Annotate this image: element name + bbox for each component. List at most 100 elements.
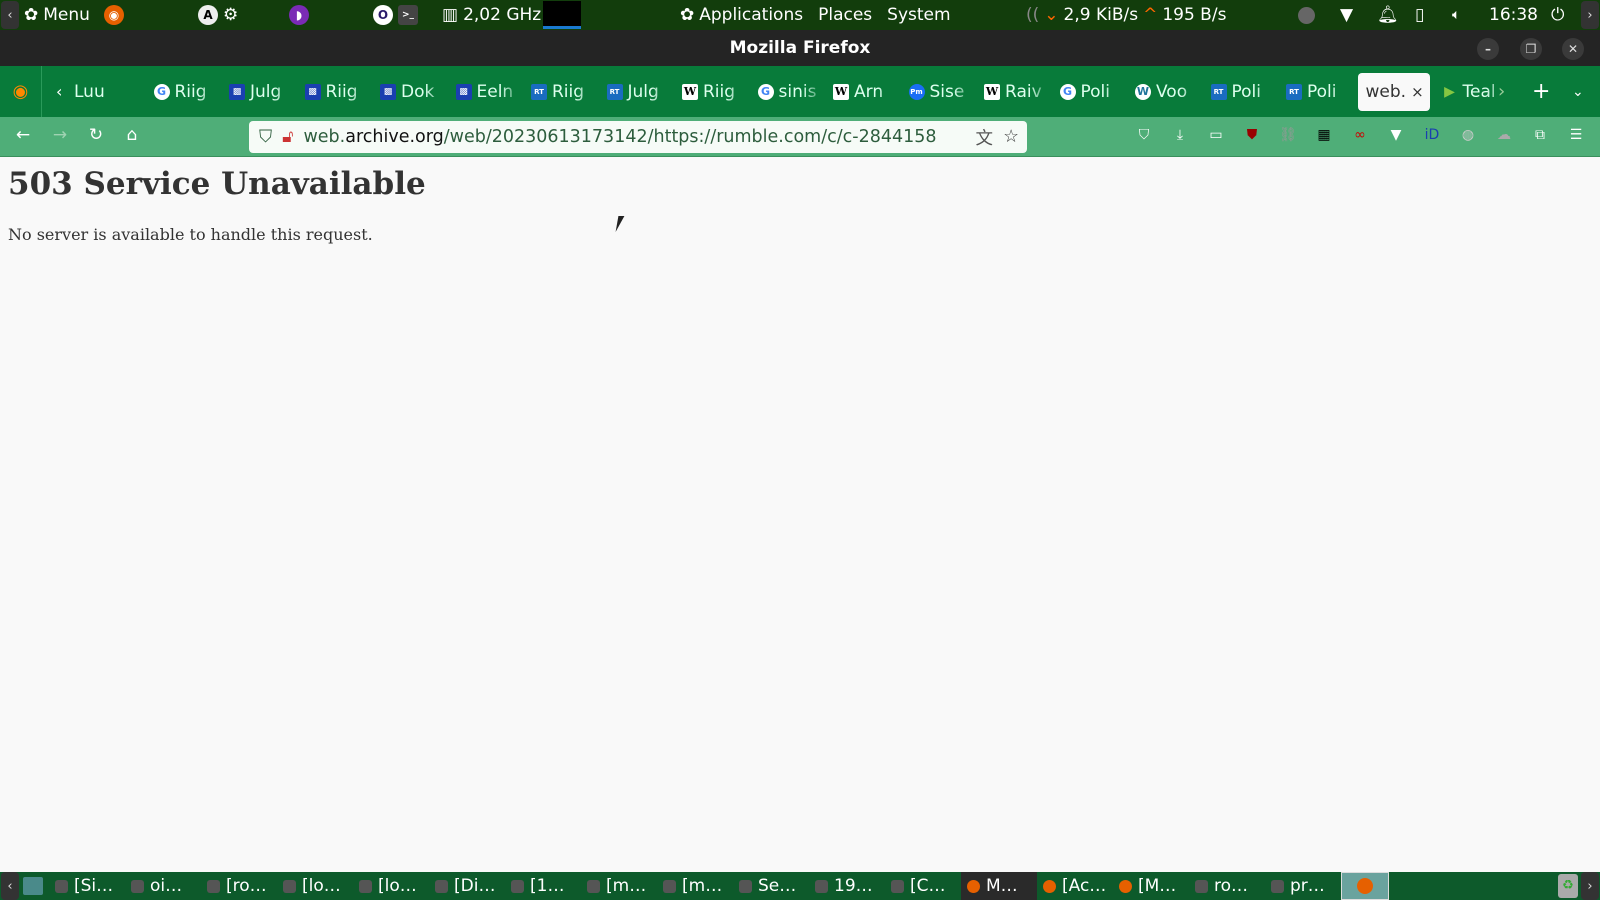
power-icon[interactable]: ⏻ xyxy=(1551,5,1564,25)
taskbar-item[interactable]: [C… xyxy=(885,872,961,900)
globe-extension-icon[interactable]: ◍ xyxy=(1458,127,1478,147)
tab[interactable]: Luu xyxy=(70,73,146,111)
taskbar-item[interactable]: [Di… xyxy=(429,872,505,900)
link-extension-icon[interactable]: ⛓ xyxy=(1278,127,1298,147)
show-desktop-button[interactable] xyxy=(23,877,43,895)
extensions-icon[interactable]: ⧉ xyxy=(1530,127,1550,147)
taskbar-item[interactable]: 19… xyxy=(809,872,885,900)
applications-menu[interactable]: Applications xyxy=(699,5,803,25)
firefox-launcher-icon[interactable]: ◉ xyxy=(104,5,124,25)
opera-icon[interactable]: O xyxy=(373,5,393,25)
ublock-icon[interactable]: ⛊ xyxy=(1242,127,1262,147)
tab-active[interactable]: web. × xyxy=(1357,72,1430,111)
tab[interactable]: W Raiv xyxy=(976,73,1052,111)
system-monitor-graph xyxy=(543,1,581,29)
tab[interactable]: Pm Sise xyxy=(901,73,977,111)
volume-icon[interactable]: 🔈︎ xyxy=(1452,7,1460,23)
taskbar-item[interactable]: [m… xyxy=(657,872,733,900)
notes-extension-icon[interactable]: ▭ xyxy=(1206,127,1226,147)
scroll-tabs-right[interactable]: › xyxy=(1498,81,1505,102)
battery-icon[interactable]: ▯ xyxy=(1415,5,1424,25)
downloads-icon[interactable]: ⤓ xyxy=(1170,127,1190,147)
tab[interactable]: RT Riig xyxy=(523,73,599,111)
calendar-extension-icon[interactable]: ▦ xyxy=(1314,127,1334,147)
tab[interactable]: G Poli xyxy=(1052,73,1128,111)
clock[interactable]: 16:38 xyxy=(1489,5,1538,25)
taskbar-item[interactable]: pr… xyxy=(1265,872,1341,900)
scroll-tabs-left[interactable]: ‹ xyxy=(56,82,70,101)
places-menu[interactable]: Places xyxy=(818,5,872,25)
filter-extension-icon[interactable]: ▼ xyxy=(1386,127,1406,147)
close-tab-icon[interactable]: × xyxy=(1411,83,1424,101)
taskbar-item[interactable]: [m… xyxy=(581,872,657,900)
tab[interactable]: W Voo xyxy=(1127,73,1203,111)
new-tab-button[interactable]: + xyxy=(1532,79,1550,104)
cpu-icon: ▥ xyxy=(442,5,459,25)
bookmark-star-icon[interactable]: ☆ xyxy=(1003,127,1019,147)
tab[interactable]: W Riig xyxy=(674,73,750,111)
tor-icon[interactable]: ◗ xyxy=(289,5,309,25)
notification-bell-icon[interactable]: 🔔︎ xyxy=(1377,5,1399,25)
taskbar-item-label: [lo… xyxy=(302,876,341,896)
tab[interactable]: Gsinis xyxy=(750,73,826,111)
tab[interactable]: ▩ Eeln xyxy=(448,73,524,111)
menu-button[interactable]: ✿ Menu xyxy=(24,0,90,30)
taskbar-firefox-launcher[interactable] xyxy=(1341,872,1389,900)
tracking-shield-icon[interactable]: ⛉ xyxy=(259,127,272,147)
maximize-button[interactable]: ❐ xyxy=(1520,38,1542,60)
wifi-signal-icon: (( xyxy=(1026,5,1040,25)
tab[interactable]: ▩ Riig xyxy=(297,73,373,111)
tab[interactable]: RT Poli xyxy=(1278,73,1354,111)
taskbar-item[interactable]: Se… xyxy=(733,872,809,900)
tab[interactable]: G Riig xyxy=(146,73,222,111)
home-button[interactable]: ⌂ xyxy=(120,125,144,145)
window-icon xyxy=(587,879,600,893)
app-menu-icon[interactable]: ☰ xyxy=(1566,127,1586,147)
taskbar-item[interactable]: [lo… xyxy=(277,872,353,900)
minimize-button[interactable]: – xyxy=(1477,38,1499,60)
taskbar-right-arrow[interactable]: › xyxy=(1581,872,1599,900)
url-bar[interactable]: ⛉ 🔓︎ web.archive.org/web/20230613173142/… xyxy=(249,121,1027,153)
window-icon xyxy=(1195,879,1208,893)
insecure-lock-icon[interactable]: 🔓︎ xyxy=(282,127,293,147)
google-favicon: G xyxy=(1059,83,1076,100)
back-button[interactable]: ← xyxy=(11,125,35,145)
taskbar-item[interactable]: [ro… xyxy=(201,872,277,900)
taskbar-item[interactable]: oi… xyxy=(125,872,201,900)
indicator-icon[interactable] xyxy=(1298,6,1315,24)
taskbar-item-label: [C… xyxy=(910,876,946,896)
wifi-icon[interactable]: ▼ xyxy=(1340,5,1353,25)
taskbar-item[interactable]: [Ac… xyxy=(1037,872,1113,900)
taskbar-item[interactable]: [Si… xyxy=(49,872,125,900)
id-extension-icon[interactable]: iD xyxy=(1422,127,1442,147)
tab[interactable]: ▩ Dok xyxy=(372,73,448,111)
trash-icon[interactable]: ♻ xyxy=(1558,874,1578,898)
forward-button[interactable]: → xyxy=(48,125,72,145)
panel-left-arrow[interactable]: ‹ xyxy=(1,1,19,29)
system-menu[interactable]: System xyxy=(887,5,950,25)
close-window-button[interactable]: ✕ xyxy=(1562,38,1584,60)
taskbar-item[interactable]: M… xyxy=(961,872,1037,900)
terminal-icon[interactable]: >_ xyxy=(398,5,418,25)
panel-right-arrow[interactable]: › xyxy=(1581,1,1599,29)
search-tool-icon[interactable]: A xyxy=(198,5,218,25)
list-tabs-button[interactable]: ⌄ xyxy=(1572,84,1584,100)
taskbar-item[interactable]: [1… xyxy=(505,872,581,900)
taskbar-item[interactable]: [M… xyxy=(1113,872,1189,900)
url-text[interactable]: web.archive.org/web/20230613173142/https… xyxy=(303,127,936,147)
tab[interactable]: ▩ Julg xyxy=(221,73,297,111)
cloud-extension-icon[interactable]: ☁ xyxy=(1494,127,1514,147)
taskbar-item[interactable]: ro… xyxy=(1189,872,1265,900)
gears-icon[interactable]: ⚙ xyxy=(223,5,238,25)
pocket-icon[interactable]: ⛉ xyxy=(1134,127,1154,147)
reload-button[interactable]: ↻ xyxy=(84,125,108,145)
taskbar-item[interactable]: [lo… xyxy=(353,872,429,900)
tab[interactable]: W Arn xyxy=(825,73,901,111)
tab[interactable]: RT Julg xyxy=(599,73,675,111)
taskbar-left-arrow[interactable]: ‹ xyxy=(1,872,19,900)
multilink-extension-icon[interactable]: ∞ xyxy=(1350,127,1370,147)
tab[interactable]: RT Poli xyxy=(1203,73,1279,111)
firefox-view-icon[interactable]: ◉ xyxy=(0,66,42,117)
window-icon xyxy=(1119,879,1132,893)
translate-icon[interactable]: ⽂ xyxy=(976,125,994,150)
